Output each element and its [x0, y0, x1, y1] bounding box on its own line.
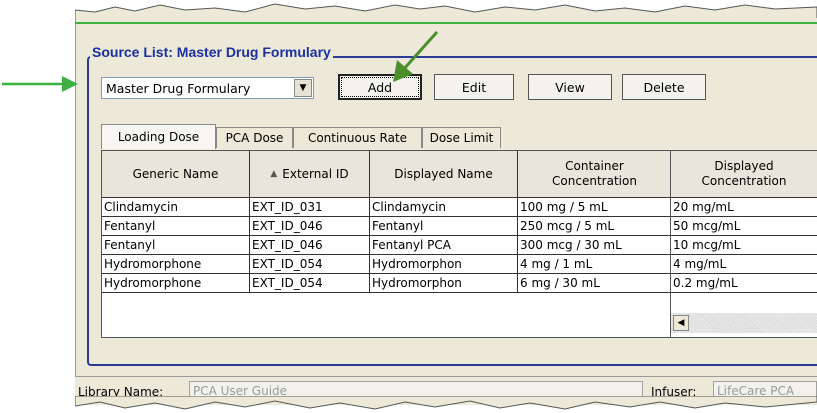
cell-displayed-concentration: 20 mg/mL — [671, 198, 817, 217]
col-header-displayed-name[interactable]: Displayed Name — [370, 151, 518, 198]
cell-displayed-name: Hydromorphon — [370, 274, 518, 293]
cell-displayed-concentration: 10 mcg/mL — [671, 236, 817, 255]
horizontal-scrollbar[interactable]: ◀ — [671, 313, 817, 333]
chevron-down-icon[interactable]: ▼ — [294, 79, 312, 97]
edit-button[interactable]: Edit — [434, 74, 514, 100]
source-list-value: Master Drug Formulary — [106, 81, 251, 96]
cell-displayed-name: Fentanyl — [370, 217, 518, 236]
col-header-generic-name[interactable]: Generic Name — [102, 151, 250, 198]
cell-generic-name: Hydromorphone — [102, 274, 250, 293]
cell-container-concentration: 6 mg / 30 mL — [518, 274, 672, 293]
tab-loading-dose[interactable]: Loading Dose — [101, 124, 216, 149]
annotation-arrow-icon — [393, 30, 439, 82]
tab-pca-dose[interactable]: PCA Dose — [216, 127, 293, 148]
cell-displayed-name: Fentanyl PCA — [370, 236, 518, 255]
tab-continuous-rate[interactable]: Continuous Rate — [293, 127, 422, 148]
cell-external-id: EXT_ID_046 — [250, 236, 370, 255]
cell-container-concentration: 100 mg / 5 mL — [518, 198, 672, 217]
cell-external-id: EXT_ID_054 — [250, 274, 370, 293]
cell-displayed-name: Clindamycin — [370, 198, 518, 217]
scroll-left-icon[interactable]: ◀ — [673, 315, 689, 331]
cell-container-concentration: 4 mg / 1 mL — [518, 255, 672, 274]
torn-edge-bottom — [75, 396, 817, 410]
cell-generic-name: Clindamycin — [102, 198, 250, 217]
delete-button[interactable]: Delete — [622, 74, 706, 100]
view-button[interactable]: View — [528, 74, 612, 100]
cell-external-id: EXT_ID_054 — [250, 255, 370, 274]
source-list-select[interactable]: Master Drug Formulary ▼ — [101, 77, 314, 99]
cell-displayed-name: Hydromorphon — [370, 255, 518, 274]
pointer-arrow-icon — [2, 76, 78, 92]
cell-displayed-concentration: 50 mcg/mL — [671, 217, 817, 236]
col-header-external-id[interactable]: ▲ External ID — [250, 151, 370, 198]
sort-ascending-icon: ▲ — [270, 168, 278, 179]
cell-displayed-concentration: 0.2 mg/mL — [671, 274, 817, 293]
accent-line — [75, 22, 817, 24]
col-header-displayed-concentration[interactable]: Displayed Concentration — [671, 151, 817, 198]
cell-external-id: EXT_ID_031 — [250, 198, 370, 217]
cell-displayed-concentration: 4 mg/mL — [671, 255, 817, 274]
drug-table: Generic Name ▲ External ID Displayed Nam… — [101, 150, 673, 338]
cell-container-concentration: 250 mcg / 5 mL — [518, 217, 672, 236]
col-header-external-id-label: External ID — [282, 166, 349, 181]
drug-table-right-pane: Displayed Concentration 20 mg/mL 50 mcg/… — [670, 150, 817, 338]
col-header-container-concentration[interactable]: Container Concentration — [518, 151, 672, 198]
cell-generic-name: Fentanyl — [102, 236, 250, 255]
cell-container-concentration: 300 mcg / 30 mL — [518, 236, 672, 255]
cell-generic-name: Hydromorphone — [102, 255, 250, 274]
cell-generic-name: Fentanyl — [102, 217, 250, 236]
group-title: Source List: Master Drug Formulary — [90, 44, 333, 60]
cell-external-id: EXT_ID_046 — [250, 217, 370, 236]
tab-dose-limit[interactable]: Dose Limit — [422, 127, 501, 148]
